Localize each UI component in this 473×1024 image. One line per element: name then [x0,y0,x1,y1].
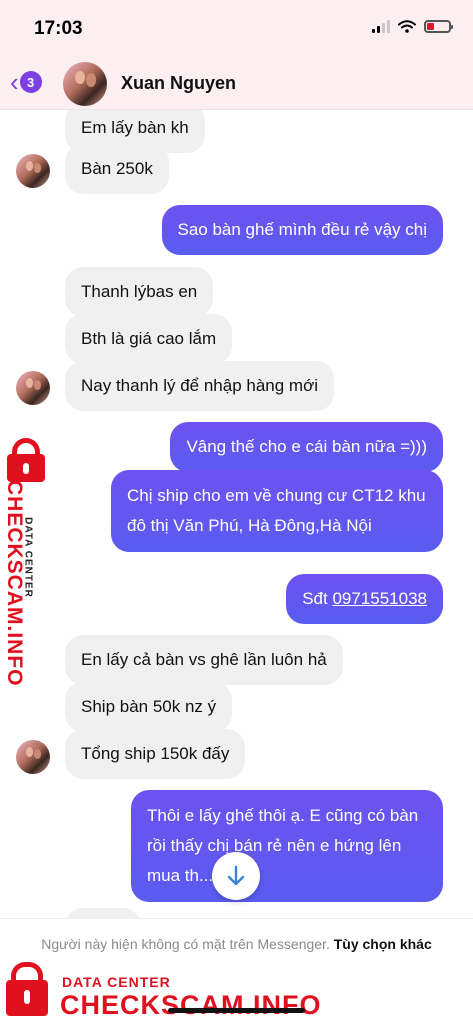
more-options-link[interactable]: Tùy chọn khác [334,936,432,952]
contact-name[interactable]: Xuan Nguyen [121,73,236,94]
battery-icon [424,20,453,33]
watermark-side: CHECKSCAM.INFO DATA CENTER [0,438,60,687]
watermark-bottom-subtitle: DATA CENTER [62,974,171,990]
phone-label: Sđt [302,589,333,608]
status-bar: 17:03 [0,0,473,56]
message-list[interactable]: Em lấy bàn kh Bàn 250k Sao bàn ghế mình … [0,110,473,920]
sender-avatar [16,740,50,774]
message-outgoing[interactable]: Sđt 0971551038 [286,574,443,624]
wifi-icon [398,20,416,33]
message-incoming[interactable]: Bàn 250k [65,144,169,194]
cellular-signal-icon [372,20,390,33]
sender-avatar [16,154,50,188]
scroll-to-bottom-button[interactable] [212,852,260,900]
message-incoming[interactable]: Tổng ship 150k đấy [65,729,246,779]
phone-number-link[interactable]: 0971551038 [332,589,427,608]
offline-notice-text: Người này hiện không có mặt trên Messeng… [41,936,330,952]
message-incoming[interactable]: En lấy cả bàn vs ghê lần luôn hả [65,635,343,685]
message-incoming[interactable]: Bth là giá cao lắm [65,314,233,364]
watermark-bottom-title: CHECKSCAM.INFO [60,990,322,1020]
offline-notice: Người này hiện không có mặt trên Messeng… [0,933,473,955]
message-outgoing[interactable]: Vâng thế cho e cái bàn nữa =))) [170,422,443,472]
conversation-header: ‹ 3 Xuan Nguyen [0,56,473,110]
home-indicator[interactable] [168,1008,305,1013]
contact-avatar[interactable] [63,62,107,106]
arrow-down-icon [227,865,245,886]
message-incoming[interactable]: Thanh lýbas en [65,267,214,317]
message-incoming[interactable]: Ship bàn 50k nz ý [65,682,233,732]
back-button[interactable]: ‹ 3 [10,67,42,97]
sender-avatar [16,371,50,405]
unread-count-badge: 3 [19,71,42,93]
message-outgoing[interactable]: Thôi e lấy ghế thôi ạ. E cũng có bàn rồi… [131,790,443,902]
message-outgoing[interactable]: Sao bàn ghế mình đều rẻ vậy chị [161,205,443,255]
watermark-side-subtitle: DATA CENTER [22,517,34,598]
status-time: 17:03 [34,18,83,39]
status-icons [372,20,453,33]
message-outgoing[interactable]: Chị ship cho em về chung cư CT12 khu đô … [111,470,443,552]
message-incoming[interactable]: Nay thanh lý để nhập hàng mới [65,361,335,411]
watermark-bottom: DATA CENTER CHECKSCAM.INFO [0,960,321,1024]
chevron-left-icon: ‹ [10,67,19,97]
